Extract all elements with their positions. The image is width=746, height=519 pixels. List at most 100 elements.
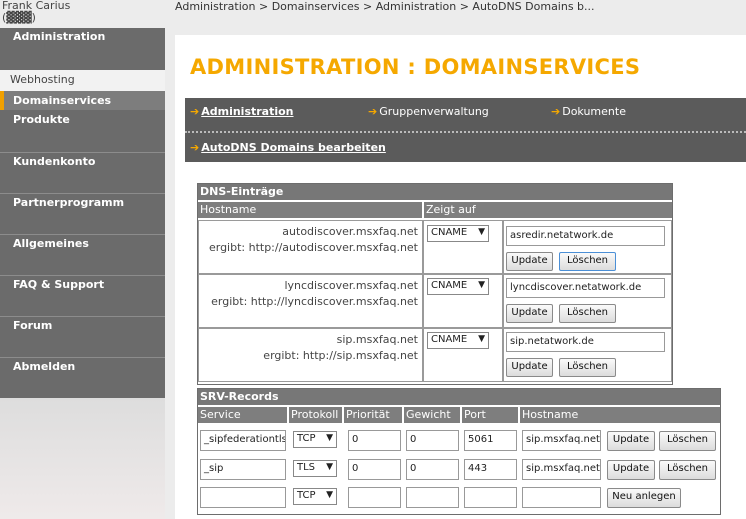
dns-row-1-host: autodiscover.msxfaq.net bbox=[282, 225, 418, 238]
subnav-administration-label: Administration bbox=[201, 105, 294, 118]
sidebar-subitem-webhosting[interactable]: Webhosting bbox=[0, 70, 165, 91]
arrow-right-icon: ➔ bbox=[551, 105, 561, 118]
subnav-dokumente-link[interactable]: ➔ Dokumente bbox=[551, 105, 626, 118]
dns-table-title: DNS-Einträge bbox=[198, 184, 672, 200]
sidebar-item-abmelden[interactable]: Abmelden bbox=[0, 357, 165, 398]
dns-row-3-type-value: CNAME bbox=[431, 334, 468, 345]
dns-col-zeigt-auf: Zeigt auf bbox=[424, 202, 672, 218]
srv-row-2-host-input[interactable]: sip.msxfaq.net bbox=[522, 459, 601, 480]
dns-row-3-target-cell: sip.netatwork.de Update Löschen bbox=[503, 328, 672, 382]
subnav-autodns-label: AutoDNS Domains bearbeiten bbox=[201, 141, 386, 154]
srv-row-1-weight-input[interactable]: 0 bbox=[406, 430, 459, 451]
dns-row-2-host: lyncdiscover.msxfaq.net bbox=[284, 279, 418, 292]
sidebar-subitem-domainservices[interactable]: Domainservices bbox=[0, 91, 165, 110]
breadcrumb: Administration > Domainservices > Admini… bbox=[175, 0, 595, 13]
subnav-autodns-link[interactable]: ➔ AutoDNS Domains bearbeiten bbox=[190, 141, 386, 154]
sidebar-item-kundenkonto[interactable]: Kundenkonto bbox=[0, 152, 165, 193]
dns-row-3-target-input[interactable]: sip.netatwork.de bbox=[506, 332, 665, 352]
srv-col-prioritaet: Priorität bbox=[344, 407, 402, 423]
arrow-right-icon: ➔ bbox=[190, 141, 200, 154]
dns-row-1-result: ergibt: http://autodiscover.msxfaq.net bbox=[208, 241, 418, 254]
page-title: ADMINISTRATION : DOMAINSERVICES bbox=[190, 55, 641, 79]
dns-row-1-target-input[interactable]: asredir.netatwork.de bbox=[506, 226, 665, 246]
dns-row-2-result: ergibt: http://lyncdiscover.msxfaq.net bbox=[211, 295, 418, 308]
srv-row-2-delete-button[interactable]: Löschen bbox=[659, 460, 716, 480]
nav-top: Administration bbox=[0, 28, 165, 70]
srv-col-hostname: Hostname bbox=[520, 407, 720, 423]
sidebar-item-forum[interactable]: Forum bbox=[0, 316, 165, 357]
dns-row-3-update-button[interactable]: Update bbox=[506, 358, 553, 377]
dns-row-1-type-value: CNAME bbox=[431, 227, 468, 238]
dns-row-3-result: ergibt: http://sip.msxfaq.net bbox=[263, 349, 418, 362]
dns-row-1-target-cell: asredir.netatwork.de Update Löschen bbox=[503, 220, 672, 274]
arrow-right-icon: ➔ bbox=[190, 105, 200, 118]
subnav-gruppenverwaltung-label: Gruppenverwaltung bbox=[379, 105, 489, 118]
srv-row-2-protocol-select[interactable]: TLS ▼ bbox=[293, 460, 337, 477]
srv-row-1-delete-button[interactable]: Löschen bbox=[659, 431, 716, 451]
srv-row-2-service-input[interactable]: _sip bbox=[200, 459, 286, 480]
srv-new-host-input[interactable] bbox=[522, 487, 601, 508]
chevron-down-icon: ▼ bbox=[326, 462, 333, 472]
sidebar-item-faq-support[interactable]: FAQ & Support bbox=[0, 275, 165, 316]
srv-new-service-input[interactable] bbox=[200, 487, 286, 508]
dns-row-2-type-cell: CNAME ▼ bbox=[423, 274, 503, 328]
dns-row-2-hostname-cell: lyncdiscover.msxfaq.net ergibt: http://l… bbox=[198, 274, 423, 328]
chevron-down-icon: ▼ bbox=[478, 334, 485, 344]
srv-row-1-update-button[interactable]: Update bbox=[607, 431, 655, 451]
srv-row-1-priority-input[interactable]: 0 bbox=[348, 430, 401, 451]
dns-col-hostname: Hostname bbox=[198, 202, 422, 218]
subnav-gruppenverwaltung-link[interactable]: ➔ Gruppenverwaltung bbox=[368, 105, 489, 118]
sidebar-item-allgemeines[interactable]: Allgemeines bbox=[0, 234, 165, 275]
srv-row-2-update-button[interactable]: Update bbox=[607, 460, 655, 480]
srv-row-2-protocol-value: TLS bbox=[297, 462, 316, 473]
dns-row-3-hostname-cell: sip.msxfaq.net ergibt: http://sip.msxfaq… bbox=[198, 328, 423, 382]
srv-row-1-service-input[interactable]: _sipfederationtls bbox=[200, 430, 286, 451]
chevron-down-icon: ▼ bbox=[326, 490, 333, 500]
dns-row-1-type-cell: CNAME ▼ bbox=[423, 220, 503, 274]
srv-col-gewicht: Gewicht bbox=[404, 407, 460, 423]
srv-row-1-protocol-select[interactable]: TCP ▼ bbox=[293, 431, 337, 448]
dns-row-1-delete-button[interactable]: Löschen bbox=[559, 252, 616, 271]
subnav-administration-link[interactable]: ➔ Administration bbox=[190, 105, 294, 118]
chevron-down-icon: ▼ bbox=[478, 280, 485, 290]
dns-row-2-type-select[interactable]: CNAME ▼ bbox=[427, 278, 489, 295]
user-info: Frank Carius (▓▓▓) bbox=[2, 0, 70, 24]
chevron-down-icon: ▼ bbox=[326, 433, 333, 443]
dns-row-1-hostname-cell: autodiscover.msxfaq.net ergibt: http://a… bbox=[198, 220, 423, 274]
srv-new-create-button[interactable]: Neu anlegen bbox=[607, 488, 681, 508]
dns-row-2-target-cell: lyncdiscover.netatwork.de Update Löschen bbox=[503, 274, 672, 328]
sidebar-item-partnerprogramm[interactable]: Partnerprogramm bbox=[0, 193, 165, 234]
dns-row-3-delete-button[interactable]: Löschen bbox=[559, 358, 616, 377]
srv-row-1-host-input[interactable]: sip.msxfaq.net bbox=[522, 430, 601, 451]
main-panel: ADMINISTRATION : DOMAINSERVICES ➔ Adminis… bbox=[175, 35, 746, 519]
dns-row-1-type-select[interactable]: CNAME ▼ bbox=[427, 225, 489, 242]
subnav-dokumente-label: Dokumente bbox=[562, 105, 626, 118]
srv-new-protocol-select[interactable]: TCP ▼ bbox=[293, 488, 337, 505]
chevron-down-icon: ▼ bbox=[478, 227, 485, 237]
srv-new-protocol-value: TCP bbox=[297, 490, 316, 501]
sidebar-item-produkte[interactable]: Produkte bbox=[0, 110, 165, 152]
dns-row-2-delete-button[interactable]: Löschen bbox=[559, 304, 616, 323]
srv-new-priority-input[interactable] bbox=[348, 487, 401, 508]
sidebar-background bbox=[0, 398, 165, 519]
srv-row-2-port-input[interactable]: 443 bbox=[464, 459, 517, 480]
srv-row-2-priority-input[interactable]: 0 bbox=[348, 459, 401, 480]
user-id-redacted: (▓▓▓) bbox=[2, 11, 36, 24]
srv-row-2-weight-input[interactable]: 0 bbox=[406, 459, 459, 480]
sidebar-item-administration[interactable]: Administration bbox=[0, 28, 165, 70]
subnav-divider bbox=[185, 131, 746, 133]
dns-row-3-type-select[interactable]: CNAME ▼ bbox=[427, 332, 489, 349]
dns-row-3-host: sip.msxfaq.net bbox=[336, 333, 418, 346]
srv-new-weight-input[interactable] bbox=[406, 487, 459, 508]
srv-new-port-input[interactable] bbox=[464, 487, 517, 508]
sub-navigation: ➔ Administration ➔ Gruppenverwaltung ➔ Doku… bbox=[185, 98, 746, 162]
srv-col-port: Port bbox=[462, 407, 518, 423]
dns-row-2-update-button[interactable]: Update bbox=[506, 304, 553, 323]
arrow-right-icon: ➔ bbox=[368, 105, 378, 118]
dns-row-1-update-button[interactable]: Update bbox=[506, 252, 553, 271]
sidebar: Frank Carius (▓▓▓) Administration Webhos… bbox=[0, 0, 165, 519]
srv-col-protokoll: Protokoll bbox=[289, 407, 342, 423]
dns-row-2-target-input[interactable]: lyncdiscover.netatwork.de bbox=[506, 278, 665, 298]
srv-row-1-port-input[interactable]: 5061 bbox=[464, 430, 517, 451]
srv-table: SRV-Records Service Protokoll Priorität … bbox=[197, 388, 721, 515]
